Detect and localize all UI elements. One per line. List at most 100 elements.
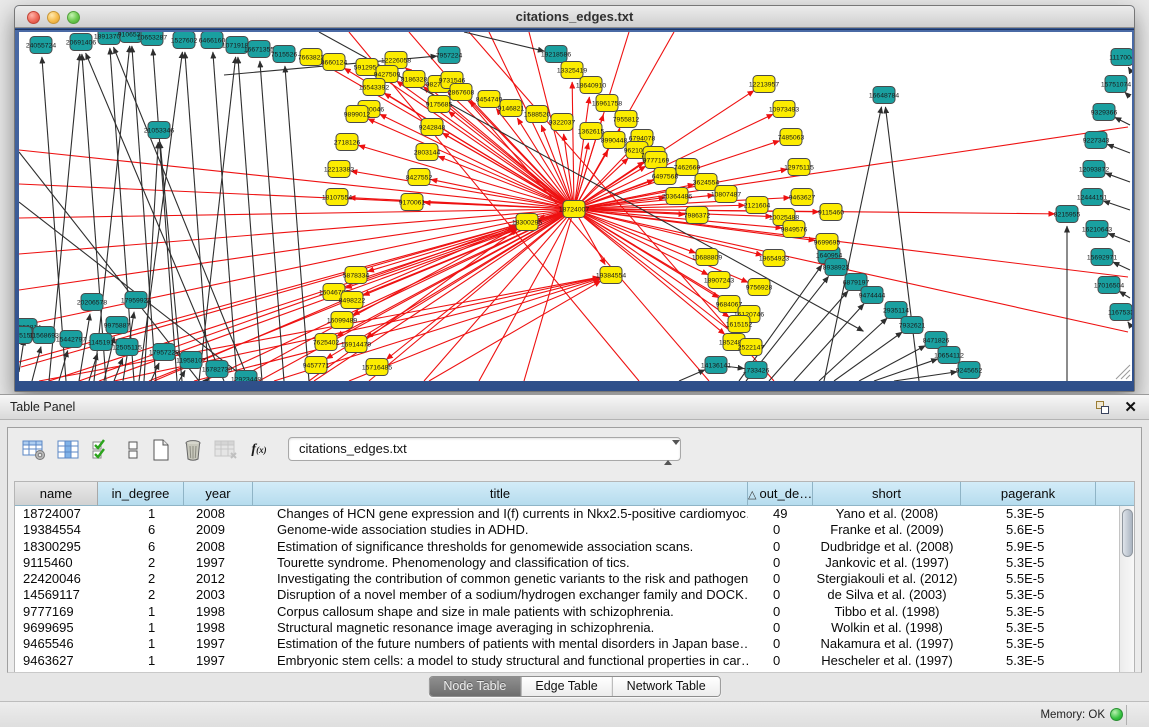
graph-node[interactable]: 1117004 [1109, 49, 1132, 66]
graph-edge[interactable] [1128, 322, 1130, 325]
graph-node[interactable]: 8471826 [923, 332, 950, 349]
network-canvas[interactable]: 2405572420691406189137049106531106532871… [19, 32, 1132, 381]
graph-edge[interactable] [874, 359, 938, 381]
graph-node[interactable]: 2935114 [883, 302, 909, 319]
graph-edge[interactable] [1103, 201, 1130, 210]
column-header-short[interactable]: short [813, 482, 961, 506]
table-row[interactable]: 911546021997Tourette syndrome. Phenomeno… [15, 555, 1119, 571]
graph-node[interactable]: 15692971 [1087, 249, 1117, 266]
graph-edge[interactable] [1108, 233, 1130, 242]
graph-node[interactable]: 13325419 [557, 62, 587, 79]
graph-edge[interactable] [19, 184, 574, 209]
graph-edge[interactable] [82, 54, 106, 381]
graph-node[interactable]: 9474444 [859, 287, 886, 304]
rows-icon[interactable] [120, 437, 146, 463]
graph-edge[interactable] [1105, 173, 1130, 182]
graph-node[interactable]: 16671355 [244, 41, 274, 58]
graph-node[interactable]: 12975115 [784, 159, 814, 176]
graph-node[interactable]: 7957224 [436, 47, 463, 64]
graph-edge[interactable] [114, 358, 123, 381]
column-header-pagerank[interactable]: pagerank [961, 482, 1096, 506]
graph-node[interactable]: 1588520 [524, 106, 551, 123]
graph-node[interactable]: 9777169 [643, 152, 670, 169]
graph-node[interactable]: 16543392 [359, 79, 389, 96]
graph-node[interactable]: 16961758 [592, 95, 622, 112]
graph-node[interactable]: 8660124 [321, 54, 348, 71]
column-header-year[interactable]: year [184, 482, 253, 506]
graph-node[interactable]: 18907243 [704, 272, 734, 289]
graph-edge[interactable] [572, 82, 574, 209]
tab-network-table[interactable]: Network Table [613, 677, 720, 696]
table-row[interactable]: 977716911998Corpus callosum shape and si… [15, 604, 1119, 620]
graph-node[interactable]: 7955812 [613, 111, 640, 128]
graph-node[interactable]: 18640910 [576, 77, 606, 94]
table-row[interactable]: 946554611997Estimation of the future num… [15, 636, 1119, 652]
graph-node[interactable]: 9170061 [399, 194, 426, 211]
table-options-icon[interactable] [21, 437, 47, 463]
column-header-name[interactable]: name [15, 482, 98, 506]
show-columns-icon[interactable] [55, 437, 81, 463]
graph-node[interactable]: 9322037 [549, 114, 576, 131]
graph-edge[interactable] [1115, 117, 1130, 125]
graph-node[interactable]: 19218586 [541, 46, 571, 63]
graph-node[interactable]: 5878334 [343, 267, 370, 284]
graph-node[interactable]: 2867608 [448, 84, 475, 101]
graph-edge[interactable] [464, 32, 544, 51]
graph-edge[interactable] [238, 57, 262, 381]
graph-node[interactable]: 16914479 [341, 336, 371, 353]
graph-node[interactable]: 1733426 [743, 362, 770, 379]
graph-node[interactable]: 8498222 [339, 292, 366, 309]
graph-node[interactable]: 21053346 [144, 122, 174, 139]
table-row[interactable]: 1938455462009Genome-wide association stu… [15, 522, 1119, 538]
graph-edge[interactable] [1113, 262, 1130, 270]
graph-edge[interactable] [368, 119, 574, 209]
graph-node[interactable]: 2121604 [744, 197, 771, 214]
graph-node[interactable]: 12923448 [231, 371, 261, 382]
table-row[interactable]: 2242004622012Investigating the contribut… [15, 571, 1119, 587]
graph-node[interactable]: 2522147 [738, 339, 765, 356]
graph-edge[interactable] [794, 304, 864, 381]
graph-node[interactable]: 7485063 [778, 129, 805, 146]
graph-node[interactable]: 9756928 [746, 279, 773, 296]
graph-node[interactable]: 18300295 [512, 214, 542, 231]
graph-edge[interactable] [1125, 92, 1130, 97]
window-titlebar[interactable]: citations_edges.txt [15, 6, 1134, 28]
column-header-title[interactable]: title [253, 482, 748, 506]
graph-node[interactable]: 19384554 [596, 267, 626, 284]
graph-node[interactable]: 1145191 [88, 334, 114, 351]
graph-node[interactable]: 1527602 [171, 32, 198, 49]
table-row[interactable]: 1830029562008Estimation of significance … [15, 539, 1119, 555]
graph-node[interactable]: 7625402 [313, 334, 340, 351]
memory-ok-indicator[interactable] [1110, 708, 1123, 721]
graph-node[interactable]: 9463627 [789, 189, 816, 206]
graph-node[interactable]: 9975887 [104, 317, 131, 334]
graph-edge[interactable] [859, 346, 925, 381]
graph-node[interactable]: 11568693 [29, 327, 59, 344]
graph-node[interactable]: 8186328 [401, 71, 428, 88]
graph-node[interactable]: 17016504 [1094, 277, 1124, 294]
graph-node[interactable]: 19654923 [759, 250, 789, 267]
graph-node[interactable]: 12444151 [1077, 189, 1107, 206]
graph-node[interactable]: 9245652 [956, 362, 983, 379]
graph-node[interactable]: 2718126 [334, 134, 361, 151]
table-row[interactable]: 1456911722003Disruption of a novel membe… [15, 587, 1119, 603]
graph-edge[interactable] [309, 229, 517, 381]
graph-node[interactable]: 9146821 [498, 100, 525, 117]
tab-edge-table[interactable]: Edge Table [521, 677, 612, 696]
graph-node[interactable]: 18724007 [559, 201, 589, 218]
graph-node[interactable]: 24055724 [26, 37, 56, 54]
graph-node[interactable]: 9175685 [426, 96, 453, 113]
graph-edge[interactable] [574, 209, 1128, 332]
scrollbar-thumb[interactable] [1122, 509, 1133, 557]
column-header-out_de[interactable]: △out_de… [748, 482, 813, 506]
graph-edge[interactable] [185, 52, 209, 381]
float-panel-icon[interactable] [1096, 401, 1109, 414]
graph-node[interactable]: 7986372 [684, 207, 711, 224]
graph-edge[interactable] [367, 209, 574, 272]
graph-edge[interactable] [679, 370, 705, 381]
graph-node[interactable]: 6497568 [652, 168, 679, 185]
graph-node[interactable]: 7515526 [271, 46, 298, 63]
graph-node[interactable]: 20206578 [77, 294, 107, 311]
graph-node[interactable]: 17959924 [121, 292, 151, 309]
graph-node[interactable]: 10973493 [769, 101, 799, 118]
